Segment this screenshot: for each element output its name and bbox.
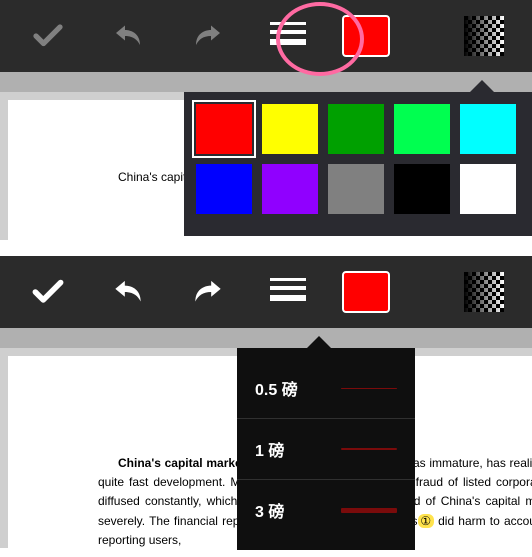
checker-icon [464,272,504,312]
opacity-button[interactable] [458,14,510,58]
redo-button[interactable] [182,270,234,314]
check-icon [30,18,66,54]
stroke-label: 0.5 磅 [255,376,298,400]
stroke-preview-line [341,388,397,389]
screenshot-panel-1: Abstract China's capital market, born in… [0,0,532,240]
undo-icon [109,273,147,311]
stroke-option[interactable]: 3 磅 [237,480,415,540]
swatch-row-2 [196,164,520,214]
confirm-button[interactable] [22,270,74,314]
confirm-button[interactable] [22,14,74,58]
screenshot-panel-2: Abstract China's capital market, born in… [0,256,532,556]
swatch-yellow[interactable] [262,104,318,154]
swatch-blue[interactable] [196,164,252,214]
swatch-row-1 [196,104,520,154]
stroke-preview-line [341,508,397,513]
swatch-gray[interactable] [328,164,384,214]
stroke-option[interactable]: 0.5 磅 [237,358,415,419]
annotation-marker: ① [418,514,434,528]
popover-arrow-icon [470,80,494,92]
popover-arrow-icon [307,336,331,348]
swatch-cyan[interactable] [460,104,516,154]
undo-icon [110,18,146,54]
redo-icon [189,273,227,311]
swatch-red[interactable] [196,104,252,154]
panel-separator [0,240,532,256]
stroke-button[interactable] [262,14,314,58]
color-palette-popover [184,92,532,236]
swatch-black[interactable] [394,164,450,214]
stroke-preview-line [341,448,397,450]
color-button[interactable] [342,15,390,57]
toolbar [0,0,532,72]
stroke-label: 3 磅 [255,498,284,522]
line-weight-icon [268,276,308,308]
swatch-white[interactable] [460,164,516,214]
swatch-purple[interactable] [262,164,318,214]
swatch-green[interactable] [394,104,450,154]
color-button[interactable] [342,271,390,313]
swatch-dark-green[interactable] [328,104,384,154]
redo-button[interactable] [182,14,234,58]
stroke-weight-popover: 0.5 磅 1 磅 3 磅 [237,348,415,550]
toolbar [0,256,532,328]
opacity-button[interactable] [458,270,510,314]
check-icon [29,273,67,311]
line-weight-icon [268,20,308,52]
sub-strip [0,328,532,348]
undo-button[interactable] [102,14,154,58]
undo-button[interactable] [102,270,154,314]
redo-icon [190,18,226,54]
sub-strip [0,72,532,92]
stroke-option[interactable]: 1 磅 [237,419,415,480]
checker-icon [464,16,504,56]
stroke-button[interactable] [262,270,314,314]
stroke-label: 1 磅 [255,437,284,461]
